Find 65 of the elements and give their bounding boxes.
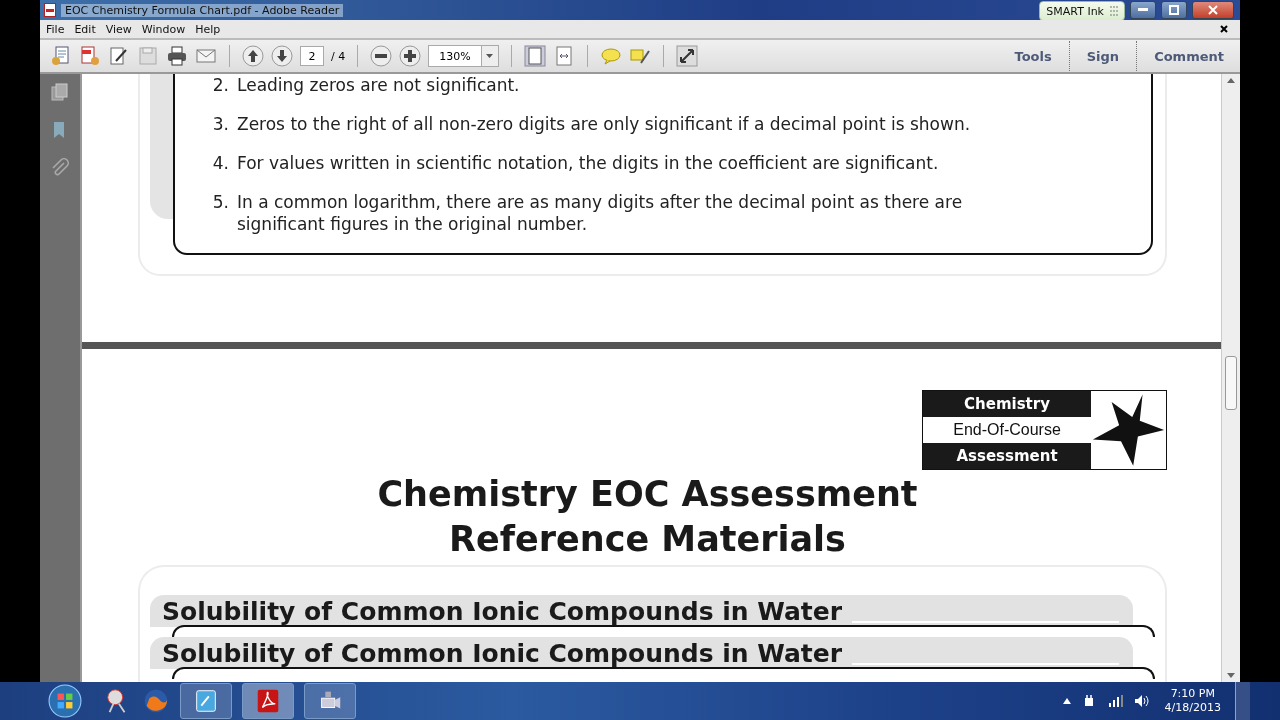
browser-icon[interactable] xyxy=(142,687,170,715)
page-title: Reference Materials xyxy=(448,518,847,561)
clock-time: 7:10 PM xyxy=(1170,687,1215,701)
minimize-icon xyxy=(1138,8,1148,12)
edit-document-icon[interactable] xyxy=(108,45,130,67)
minimize-button[interactable] xyxy=(1130,1,1156,19)
scroll-down-icon[interactable] xyxy=(1227,673,1235,678)
scroll-up-icon[interactable] xyxy=(1227,78,1235,83)
list-number: 5. xyxy=(211,191,229,214)
list-item-text: Zeros to the right of all non-zero digits are only significant if a decimal point is shown. xyxy=(237,113,971,135)
window-title: EOC Chemistry Formula Chart.pdf - Adobe Reader xyxy=(61,3,344,17)
list-item-text: Leading zeros are not significant. xyxy=(237,74,520,96)
panel-tab[interactable]: Comment xyxy=(1144,48,1234,64)
page-count: / 4 xyxy=(331,49,346,63)
create-document-icon[interactable] xyxy=(50,45,72,67)
next-page-icon[interactable] xyxy=(271,45,293,67)
caret-icon xyxy=(486,54,494,58)
menu-item[interactable]: File xyxy=(46,22,71,36)
page-title: Chemistry EOC Assessment xyxy=(376,473,919,516)
smart-ink-toolbar[interactable]: SMART Ink xyxy=(1039,1,1125,21)
volume-icon[interactable] xyxy=(1134,695,1149,707)
zoom-in-icon[interactable] xyxy=(399,45,422,67)
list-item-text: For values written in scientific notation, the digits in the coefficient are significant. xyxy=(237,152,939,174)
menu-item[interactable]: Edit xyxy=(74,22,102,36)
maximize-button[interactable] xyxy=(1161,1,1187,19)
start-button[interactable] xyxy=(48,684,82,718)
signal-icon[interactable] xyxy=(1108,695,1123,707)
menu-item[interactable]: View xyxy=(105,22,138,36)
taskbar-button[interactable] xyxy=(304,683,356,719)
list-number: 2. xyxy=(211,74,229,96)
panel-tab[interactable]: Sign xyxy=(1076,48,1130,64)
pdf-icon xyxy=(44,3,56,17)
paperclip-icon[interactable] xyxy=(50,158,70,178)
show-hidden-icons[interactable] xyxy=(1062,698,1071,704)
close-icon xyxy=(1208,5,1218,15)
scrollbar[interactable] xyxy=(1221,74,1240,682)
show-desktop-button[interactable] xyxy=(1235,682,1250,720)
full-screen-icon[interactable] xyxy=(675,45,698,67)
menu-item[interactable]: Help xyxy=(195,22,227,36)
menu-item[interactable]: Window xyxy=(141,22,192,36)
previous-page-icon[interactable] xyxy=(242,45,264,67)
zoom-out-icon[interactable] xyxy=(370,45,393,67)
section-heading: Solubility of Common Ionic Compounds in Water xyxy=(162,597,843,627)
pages-icon[interactable] xyxy=(50,82,70,102)
list-number: 4. xyxy=(211,152,229,174)
logo-text: End-Of-Course xyxy=(952,420,1062,440)
taskbar-button[interactable] xyxy=(242,683,294,719)
zoom-dropdown[interactable]: 130% xyxy=(428,45,499,67)
list-item-text: In a common logarithm, there are as many digits after the decimal point as there are significant figures in the original number. xyxy=(237,191,964,235)
logo-text: Chemistry xyxy=(923,391,1091,417)
logo-text: Assessment xyxy=(923,443,1091,469)
grip-icon[interactable] xyxy=(1110,6,1118,16)
section-heading: Solubility of Common Ionic Compounds in Water xyxy=(162,639,843,669)
page-number-field[interactable]: 2 xyxy=(300,46,324,66)
maximize-icon xyxy=(1169,5,1179,15)
taskbar-button[interactable] xyxy=(180,683,232,719)
print-icon[interactable] xyxy=(166,45,188,67)
pdf-document-icon[interactable] xyxy=(79,45,101,67)
clock-date: 4/18/2013 xyxy=(1164,701,1221,715)
close-icon[interactable] xyxy=(1220,25,1228,33)
list-number: 3. xyxy=(211,113,229,135)
close-button[interactable] xyxy=(1192,1,1234,19)
fit-page-icon[interactable] xyxy=(523,45,546,67)
panel-tab[interactable]: Tools xyxy=(1004,48,1062,64)
scroll-thumb[interactable] xyxy=(1225,356,1237,410)
